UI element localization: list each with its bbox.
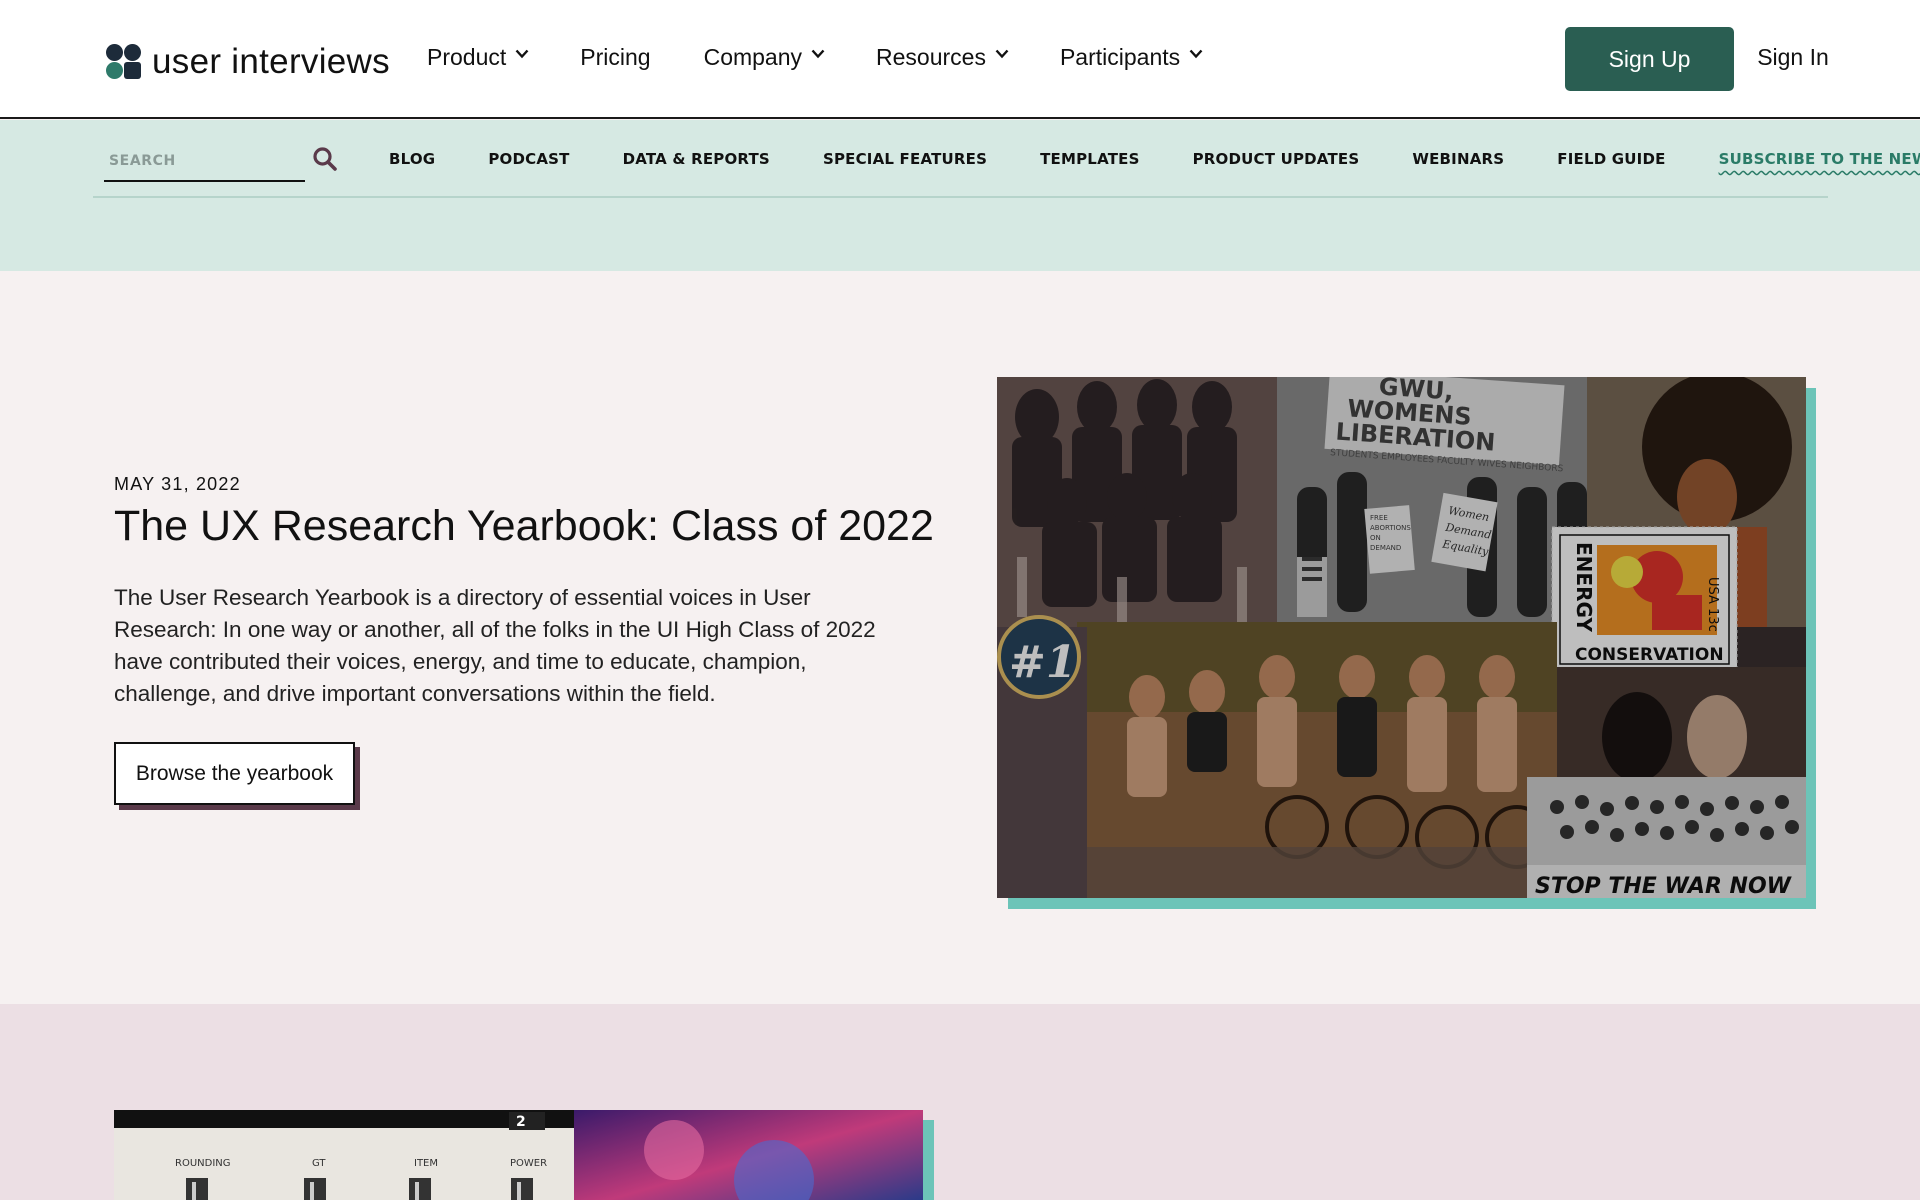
nav-participants-label: Participants <box>1059 44 1181 70</box>
nav-pricing-label: Pricing <box>580 44 651 70</box>
logo[interactable]: user interviews <box>106 42 390 82</box>
logo-mark-icon <box>106 44 142 80</box>
yearbook-collage-image[interactable]: GWU, WOMENS LIBERATION STUDENTS EMPLOYEE… <box>997 377 1806 898</box>
search-icon[interactable] <box>312 146 338 172</box>
subnav-field-guide[interactable]: FIELD GUIDE <box>1557 150 1665 168</box>
next-image-label-item: ITEM <box>414 1158 438 1169</box>
main-nav: Product Pricing Company Resources Partic… <box>427 44 1254 71</box>
featured-article: MAY 31, 2022 The UX Research Yearbook: C… <box>0 271 1920 1004</box>
article-description: The User Research Yearbook is a director… <box>114 585 876 706</box>
subnav-podcast[interactable]: PODCAST <box>488 150 569 168</box>
nav-resources-label: Resources <box>876 44 986 70</box>
nav-product[interactable]: Product <box>427 44 529 71</box>
search-input[interactable] <box>104 144 294 178</box>
nav-resources[interactable]: Resources <box>876 44 1009 71</box>
chevron-down-icon <box>515 49 529 61</box>
article-date: MAY 31, 2022 <box>114 474 241 494</box>
logo-text: user interviews <box>152 42 390 81</box>
subnav-data-reports[interactable]: DATA & REPORTS <box>623 150 770 168</box>
subnav-templates[interactable]: TEMPLATES <box>1040 150 1139 168</box>
next-image-label-gt: GT <box>312 1158 326 1169</box>
blog-subnav: BLOG PODCAST DATA & REPORTS SPECIAL FEAT… <box>93 120 1920 198</box>
nav-participants[interactable]: Participants <box>1059 44 1203 71</box>
article-title[interactable]: The UX Research Yearbook: Class of 2022 <box>114 502 934 551</box>
site-header: user interviews Product Pricing Company … <box>0 0 1920 119</box>
next-article-image[interactable]: 2 ROUNDING GT ITEM POWER <box>114 1110 923 1200</box>
next-article: 2 ROUNDING GT ITEM POWER <box>0 1004 1920 1200</box>
subnav-product-updates[interactable]: PRODUCT UPDATES <box>1193 150 1360 168</box>
subnav-webinars[interactable]: WEBINARS <box>1412 150 1504 168</box>
next-image-label-rounding: ROUNDING <box>175 1158 231 1169</box>
next-image-badge: 2 <box>516 1114 526 1130</box>
blog-subnav-band: BLOG PODCAST DATA & REPORTS SPECIAL FEAT… <box>0 120 1920 271</box>
nav-pricing[interactable]: Pricing <box>580 44 650 71</box>
search-field <box>104 144 305 182</box>
subnav-subscribe-newsletter[interactable]: SUBSCRIBE TO THE NEWSLETTER <box>1719 150 1920 168</box>
subnav-special-features[interactable]: SPECIAL FEATURES <box>823 150 987 168</box>
subnav-blog[interactable]: BLOG <box>389 150 435 168</box>
nav-company[interactable]: Company <box>703 44 825 71</box>
sign-in-link[interactable]: Sign In <box>1733 44 1853 71</box>
sign-up-button[interactable]: Sign Up <box>1565 27 1734 91</box>
chevron-down-icon <box>995 49 1009 61</box>
chevron-down-icon <box>811 49 825 61</box>
browse-yearbook-button[interactable]: Browse the yearbook <box>114 742 355 805</box>
next-image-label-power: POWER <box>510 1158 547 1169</box>
subnav-links: BLOG PODCAST DATA & REPORTS SPECIAL FEAT… <box>389 150 1920 168</box>
chevron-down-icon <box>1189 49 1203 61</box>
nav-product-label: Product <box>427 44 507 70</box>
nav-company-label: Company <box>703 44 803 70</box>
